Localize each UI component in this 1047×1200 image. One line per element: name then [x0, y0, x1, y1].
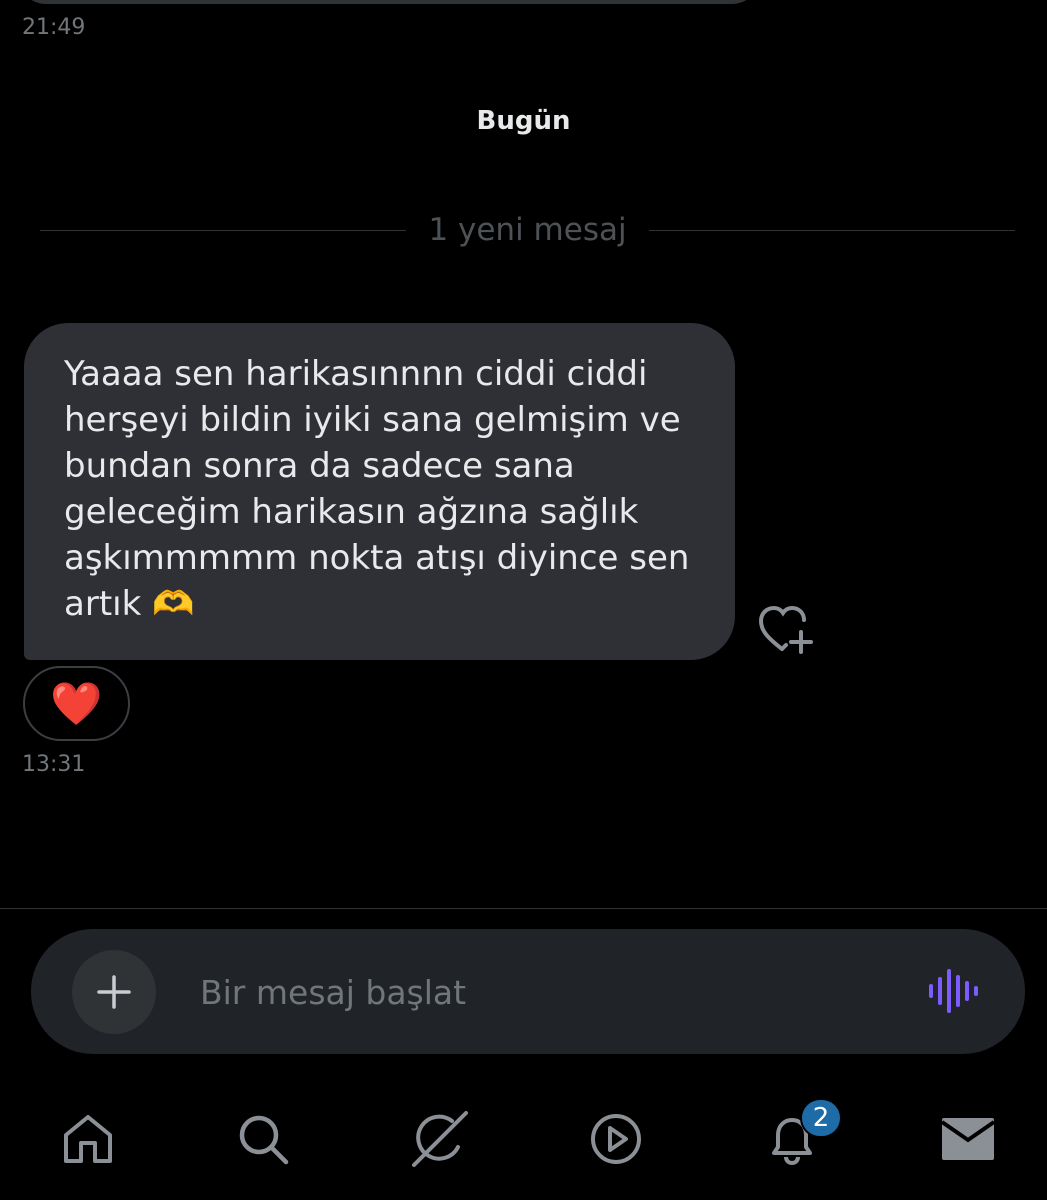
new-messages-label: 1 yeni mesaj: [428, 212, 627, 248]
message-time: 13:31: [22, 752, 86, 777]
video-icon: [591, 1114, 641, 1164]
red-heart-reaction: ❤️: [50, 678, 103, 728]
day-separator: Bugün: [476, 106, 571, 136]
search-icon: [239, 1115, 289, 1165]
previous-message-time: 21:49: [22, 15, 86, 40]
nav-messages[interactable]: [933, 1104, 1003, 1174]
notification-badge: 2: [800, 1098, 842, 1138]
nav-home[interactable]: [53, 1104, 123, 1174]
nav-video[interactable]: [581, 1104, 651, 1174]
home-icon: [64, 1115, 112, 1163]
waveform-icon: [929, 969, 978, 1013]
bottom-navigation: [0, 1090, 1047, 1200]
message-text: Yaaaa sen harikasınnnn ciddi ciddi herşe…: [64, 354, 690, 624]
heart-plus-icon: [758, 605, 813, 654]
reaction-pill[interactable]: ❤️: [23, 666, 130, 741]
add-reaction-button[interactable]: [758, 604, 816, 656]
divider-line-right: [648, 229, 1016, 231]
divider-line-left: [40, 229, 407, 231]
previous-message-bubble[interactable]: [18, 0, 760, 4]
nav-grok[interactable]: [405, 1104, 475, 1174]
envelope-icon: [940, 1118, 996, 1160]
add-media-button[interactable]: [72, 950, 156, 1034]
voice-message-button[interactable]: [927, 969, 979, 1013]
nav-search[interactable]: [228, 1104, 298, 1174]
composer-divider: [0, 908, 1047, 909]
message-bubble[interactable]: Yaaaa sen harikasınnnn ciddi ciddi herşe…: [24, 323, 735, 660]
message-composer: [31, 929, 1025, 1054]
plus-icon: [97, 975, 131, 1009]
message-input[interactable]: [200, 962, 880, 1022]
new-messages-divider: 1 yeni mesaj: [40, 205, 1016, 255]
grok-icon: [412, 1111, 468, 1167]
